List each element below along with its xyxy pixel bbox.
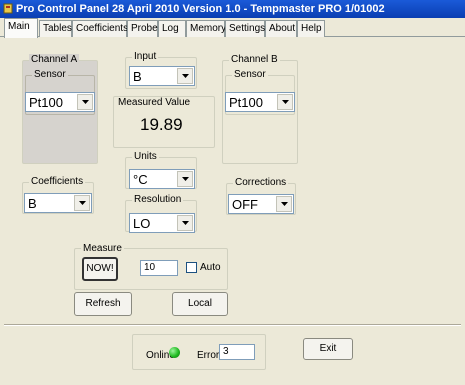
exit-button[interactable]: Exit <box>303 338 353 360</box>
app-icon <box>3 3 13 14</box>
tab-tables[interactable]: Tables <box>39 20 72 37</box>
tab-memory[interactable]: Memory <box>186 20 227 37</box>
resolution-select[interactable]: LO <box>129 213 195 233</box>
coefficients-select[interactable]: B <box>24 193 92 213</box>
refresh-button[interactable]: Refresh <box>74 292 132 316</box>
tab-settings[interactable]: Settings <box>225 20 265 37</box>
tab-label: Probe <box>131 23 158 34</box>
error-label: Error <box>197 350 220 361</box>
tab-label: Help <box>301 23 322 34</box>
corrections-select[interactable]: OFF <box>228 194 294 214</box>
input-select[interactable]: B <box>129 66 195 86</box>
error-value: 3 <box>223 346 229 357</box>
resolution-value: LO <box>133 216 151 231</box>
tab-main[interactable]: Main <box>4 18 38 38</box>
units-select[interactable]: °C <box>129 169 195 189</box>
tab-label: Main <box>8 21 30 32</box>
channel-a-sensor-value: Pt100 <box>29 95 63 110</box>
resolution-label: Resolution <box>132 194 184 206</box>
corrections-label: Corrections <box>233 177 289 189</box>
chevron-down-icon[interactable] <box>277 94 293 110</box>
local-button[interactable]: Local <box>172 292 228 316</box>
measured-value-group: Measured Value 19.89 <box>113 96 215 148</box>
tab-coefficients[interactable]: Coefficients <box>72 20 129 37</box>
tab-log[interactable]: Log <box>158 20 186 37</box>
chevron-down-icon[interactable] <box>276 196 292 212</box>
channel-a-group: Channel A Sensor Pt100 <box>22 54 98 164</box>
units-label: Units <box>132 151 159 163</box>
channel-b-label: Channel B <box>229 54 280 66</box>
measure-now-label: NOW! <box>86 263 114 274</box>
window-title: Pro Control Panel 28 April 2010 Version … <box>16 3 385 15</box>
chevron-down-icon[interactable] <box>77 94 93 110</box>
channel-a-label: Channel A <box>29 54 80 66</box>
status-divider <box>4 324 461 326</box>
tab-label: Log <box>162 23 179 34</box>
error-field: 3 <box>219 344 255 360</box>
tab-label: Settings <box>229 23 266 34</box>
chevron-down-icon[interactable] <box>74 195 90 211</box>
chevron-down-icon[interactable] <box>177 171 193 187</box>
corrections-value: OFF <box>232 197 258 212</box>
channel-b-sensor-select[interactable]: Pt100 <box>225 92 295 112</box>
channel-b-group: Channel B Sensor Pt100 <box>222 54 298 164</box>
tab-label: Memory <box>190 23 227 34</box>
title-bar: Pro Control Panel 28 April 2010 Version … <box>0 0 465 18</box>
measured-value: 19.89 <box>140 115 183 134</box>
tab-label: About <box>269 23 296 34</box>
channel-a-sensor-select[interactable]: Pt100 <box>25 92 95 112</box>
measure-interval-input[interactable]: 10 <box>140 260 178 276</box>
measured-value-label: Measured Value <box>118 97 191 108</box>
online-indicator-icon <box>169 347 180 358</box>
channel-a-sensor-label: Sensor <box>32 69 68 81</box>
channel-b-sensor-label: Sensor <box>232 69 268 81</box>
auto-label: Auto <box>200 262 221 273</box>
tab-probe[interactable]: Probe <box>127 20 158 37</box>
tab-about[interactable]: About <box>265 20 297 37</box>
units-value: °C <box>133 172 148 187</box>
coefficients-value: B <box>28 196 37 211</box>
tab-label: Coefficients <box>76 23 129 34</box>
measure-label: Measure <box>81 243 124 255</box>
input-value: B <box>133 69 142 84</box>
measure-interval-value: 10 <box>144 262 156 273</box>
tab-label: Tables <box>43 23 72 34</box>
refresh-label: Refresh <box>85 298 121 309</box>
measure-now-button[interactable]: NOW! <box>82 257 118 281</box>
chevron-down-icon[interactable] <box>177 215 193 231</box>
input-label: Input <box>132 51 159 63</box>
channel-b-sensor-value: Pt100 <box>229 95 263 110</box>
tab-bar: Main Tables Coefficients Probe Log Memor… <box>0 18 465 38</box>
auto-checkbox[interactable] <box>186 262 197 273</box>
local-label: Local <box>188 298 212 309</box>
exit-label: Exit <box>319 343 337 354</box>
coefficients-label: Coefficients <box>29 176 86 188</box>
chevron-down-icon[interactable] <box>177 68 193 84</box>
tab-help[interactable]: Help <box>297 20 325 37</box>
